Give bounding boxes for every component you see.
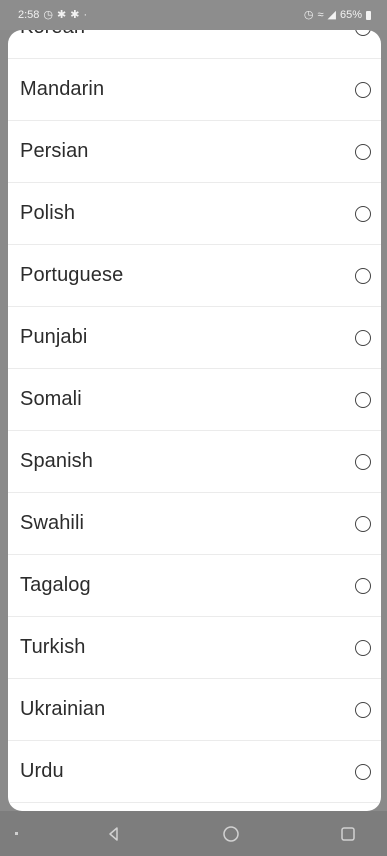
back-icon: [109, 826, 118, 841]
language-label: Persian: [20, 140, 89, 162]
language-option[interactable]: Korean: [8, 30, 381, 59]
language-option[interactable]: Punjabi: [8, 307, 381, 369]
more-notifications-icon: ·: [83, 8, 88, 21]
radio-button[interactable]: [355, 763, 371, 780]
recents-button[interactable]: [327, 818, 369, 850]
navigation-bar: [0, 811, 387, 856]
language-option[interactable]: Turkish: [8, 617, 381, 679]
language-option[interactable]: Polish: [8, 183, 381, 245]
back-button[interactable]: [93, 818, 135, 850]
home-button[interactable]: [210, 818, 252, 850]
radio-button[interactable]: [355, 577, 371, 594]
radio-button[interactable]: [355, 515, 371, 532]
language-option[interactable]: Persian: [8, 121, 381, 183]
language-option[interactable]: Mandarin: [8, 59, 381, 121]
radio-button[interactable]: [355, 329, 371, 346]
status-bar: 2:58 ◷ ✱ ✱ · ◷ ≈ ◢ 65%: [0, 0, 387, 30]
alarm-icon: ◷: [43, 8, 54, 21]
battery-icon: [366, 10, 371, 20]
language-option[interactable]: Somali: [8, 369, 381, 431]
signal-icon: ◢: [327, 8, 336, 21]
radio-button[interactable]: [355, 205, 371, 222]
status-left: 2:58 ◷ ✱ ✱ ·: [18, 9, 87, 21]
language-label: Ukrainian: [20, 698, 106, 720]
language-label: Polish: [20, 202, 76, 224]
language-label: Korean: [20, 30, 85, 39]
language-label: Spanish: [20, 450, 93, 472]
language-label: Mandarin: [20, 78, 105, 100]
language-label: Portuguese: [20, 264, 124, 286]
radio-button[interactable]: [355, 81, 371, 98]
language-selection-sheet: Korean Mandarin Persian Polish Portuguese Pun…: [8, 30, 381, 811]
radio-button[interactable]: [355, 453, 371, 470]
language-option[interactable]: Tagalog: [8, 555, 381, 617]
radio-button[interactable]: [355, 639, 371, 656]
battery-percent: 65%: [339, 9, 362, 21]
radio-button[interactable]: [355, 267, 371, 284]
alarm-icon-right: ◷: [303, 8, 314, 21]
language-label: Tagalog: [20, 574, 91, 596]
home-icon: [223, 825, 239, 842]
clock: 2:58: [18, 9, 40, 21]
language-label: Urdu: [20, 760, 64, 782]
language-option[interactable]: Portuguese: [8, 245, 381, 307]
status-right: ◷ ≈ ◢ 65%: [304, 9, 371, 21]
radio-button[interactable]: [355, 701, 371, 718]
wifi-icon: ≈: [317, 8, 324, 21]
radio-button[interactable]: [355, 30, 371, 36]
notification-icon-2: ✱: [70, 8, 80, 21]
language-list: Korean Mandarin Persian Polish Portuguese Pun…: [8, 30, 381, 803]
language-label: Turkish: [20, 636, 86, 658]
language-label: Punjabi: [20, 326, 88, 348]
radio-button[interactable]: [355, 391, 371, 408]
language-option[interactable]: Ukrainian: [8, 679, 381, 741]
language-option[interactable]: Swahili: [8, 493, 381, 555]
recents-icon: [341, 826, 355, 841]
radio-button[interactable]: [355, 143, 371, 160]
language-option[interactable]: Spanish: [8, 431, 381, 493]
language-label: Swahili: [20, 512, 85, 534]
notification-icon: ✱: [57, 8, 67, 21]
nav-indicator-dot: [15, 832, 18, 835]
language-option[interactable]: Urdu: [8, 741, 381, 803]
language-label: Somali: [20, 388, 82, 410]
